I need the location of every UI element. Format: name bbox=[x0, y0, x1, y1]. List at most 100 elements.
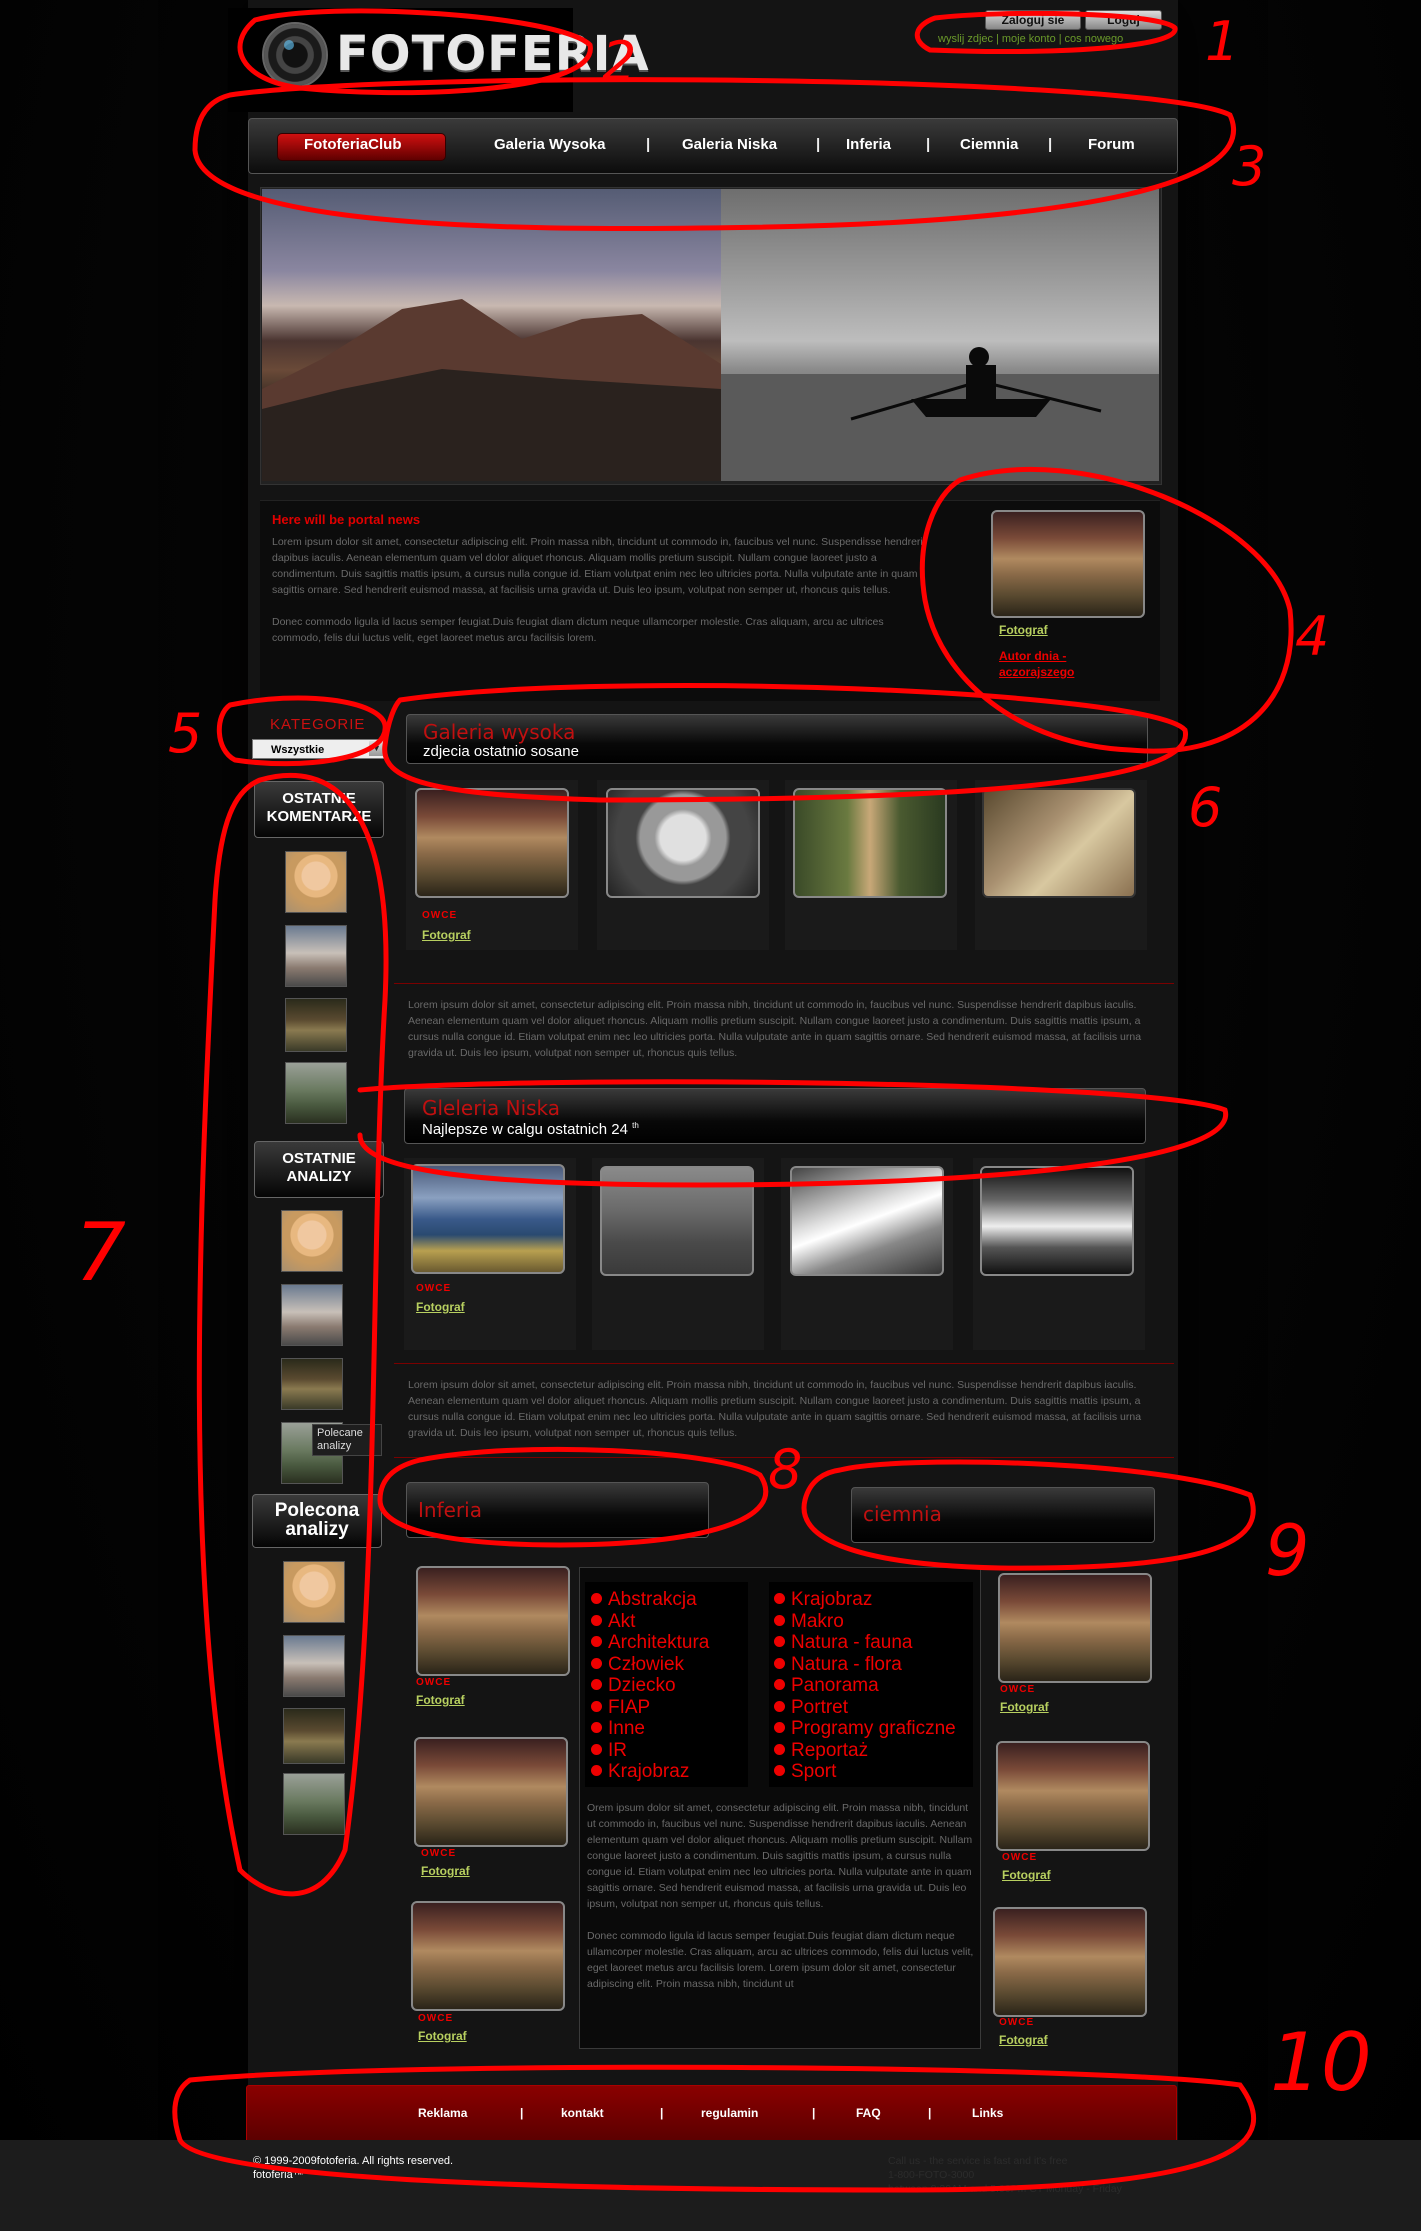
rowboat-illustration bbox=[721, 347, 1159, 481]
recommended-thumb[interactable] bbox=[283, 1635, 345, 1697]
category-select[interactable]: Wszystkie bbox=[252, 739, 387, 759]
comment-thumb[interactable] bbox=[285, 998, 347, 1052]
gallery-low-title[interactable]: Gleleria Niska bbox=[422, 1096, 560, 1120]
analysis-thumb[interactable] bbox=[281, 1210, 343, 1272]
analysis-thumb[interactable] bbox=[281, 1358, 343, 1410]
news-title: Here will be portal news bbox=[272, 512, 421, 527]
author-of-day-link[interactable]: Autor dnia - aczorajszego bbox=[999, 648, 1099, 680]
inferia-photo[interactable] bbox=[414, 1737, 568, 1847]
footer-separator: | bbox=[520, 2106, 524, 2120]
category-label: KATEGORIE bbox=[270, 716, 366, 733]
recommended-thumb[interactable] bbox=[283, 1561, 345, 1623]
category-item[interactable]: Programy graficzne bbox=[774, 1718, 956, 1740]
category-item[interactable]: Akt bbox=[591, 1611, 709, 1633]
category-item[interactable]: Dziecko bbox=[591, 1675, 709, 1697]
photo-tag: OWCE bbox=[418, 2013, 454, 2024]
category-item[interactable]: FIAP bbox=[591, 1697, 709, 1719]
gallery-high-title[interactable]: Galeria wysoka bbox=[423, 720, 575, 744]
gallery-high-text: Lorem ipsum dolor sit amet, consectetur … bbox=[408, 999, 1142, 1059]
footer-link-kontakt[interactable]: kontakt bbox=[561, 2106, 604, 2120]
category-item[interactable]: Krajobraz bbox=[774, 1589, 956, 1611]
ciemnia-photo[interactable] bbox=[998, 1573, 1152, 1683]
comment-thumb[interactable] bbox=[285, 1062, 347, 1124]
footer-separator: | bbox=[928, 2106, 932, 2120]
category-item[interactable]: Architektura bbox=[591, 1632, 709, 1654]
gallery-photo[interactable] bbox=[411, 1164, 565, 1274]
category-item[interactable]: Natura - fauna bbox=[774, 1632, 956, 1654]
category-item[interactable]: Sport bbox=[774, 1761, 956, 1783]
ciemnia-photo[interactable] bbox=[996, 1741, 1150, 1851]
bottom-strip bbox=[0, 2140, 1421, 2231]
call-us-line: 1-800-FOTO-3000 bbox=[888, 2169, 975, 2181]
category-item[interactable]: Inne bbox=[591, 1718, 709, 1740]
banner-image-rowboat[interactable] bbox=[721, 189, 1159, 481]
nav-separator: | bbox=[926, 136, 931, 153]
lens-reflection bbox=[284, 40, 294, 50]
recommended-thumb[interactable] bbox=[283, 1708, 345, 1764]
author-of-day-photo[interactable] bbox=[991, 510, 1145, 618]
footer-link-reklama[interactable]: Reklama bbox=[418, 2106, 467, 2120]
nav-item-fotoferiaclub[interactable]: FotoferiaClub bbox=[304, 136, 402, 153]
photographer-link[interactable]: Fotograf bbox=[416, 1300, 465, 1314]
logo-text: FOTOFERIA bbox=[336, 26, 650, 82]
gallery-photo[interactable] bbox=[790, 1166, 944, 1276]
category-item[interactable]: Krajobraz bbox=[591, 1761, 709, 1783]
category-item[interactable]: Natura - flora bbox=[774, 1654, 956, 1676]
gallery-photo[interactable] bbox=[980, 1166, 1134, 1276]
footer-link-regulamin[interactable]: regulamin bbox=[701, 2106, 758, 2120]
footer-separator: | bbox=[812, 2106, 816, 2120]
gallery-photo[interactable] bbox=[793, 788, 947, 898]
gallery-photo[interactable] bbox=[600, 1166, 754, 1276]
divider bbox=[394, 983, 1174, 984]
photo-tag: OWCE bbox=[1002, 1852, 1038, 1863]
banner-image-volcano[interactable] bbox=[262, 189, 721, 481]
login-button[interactable]: Zaloguj sie bbox=[985, 10, 1081, 30]
top-link[interactable]: moje konto bbox=[1002, 33, 1056, 45]
ciemnia-photo[interactable] bbox=[993, 1907, 1147, 2017]
photographer-link[interactable]: Fotograf bbox=[418, 2029, 467, 2043]
category-item[interactable]: Abstrakcja bbox=[591, 1589, 709, 1611]
category-item[interactable]: Reportaż bbox=[774, 1740, 956, 1762]
photographer-link[interactable]: Fotograf bbox=[1002, 1868, 1051, 1882]
footer-link-faq[interactable]: FAQ bbox=[856, 2106, 881, 2120]
analysis-thumb[interactable] bbox=[281, 1284, 343, 1346]
photographer-link[interactable]: Fotograf bbox=[416, 1693, 465, 1707]
chevron-down-icon[interactable]: ▼ bbox=[369, 741, 384, 756]
photographer-link[interactable]: Fotograf bbox=[422, 928, 471, 942]
nav-item-galeria-wysoka[interactable]: Galeria Wysoka bbox=[494, 136, 605, 153]
ciemnia-title[interactable]: ciemnia bbox=[863, 1502, 942, 1526]
nav-item-forum[interactable]: Forum bbox=[1088, 136, 1135, 153]
top-link[interactable]: cos nowego bbox=[1065, 33, 1124, 45]
gallery-high-subtitle: zdjecia ostatnio sosane bbox=[423, 743, 579, 760]
categories-list-left: Abstrakcja Akt Architektura Człowiek Dzi… bbox=[591, 1589, 709, 1783]
inferia-title[interactable]: Inferia bbox=[418, 1498, 482, 1522]
recommended-thumb[interactable] bbox=[283, 1773, 345, 1835]
gallery-photo[interactable] bbox=[415, 788, 569, 898]
photo-tag: OWCE bbox=[416, 1283, 452, 1294]
inferia-photo[interactable] bbox=[416, 1566, 570, 1676]
top-link[interactable]: wyslij zdjec bbox=[938, 33, 993, 45]
gallery-photo[interactable] bbox=[606, 788, 760, 898]
category-item[interactable]: Portret bbox=[774, 1697, 956, 1719]
category-item[interactable]: IR bbox=[591, 1740, 709, 1762]
photographer-link[interactable]: Fotograf bbox=[999, 2033, 1048, 2047]
comment-thumb[interactable] bbox=[285, 925, 347, 987]
photographer-link[interactable]: Fotograf bbox=[1000, 1700, 1049, 1714]
comment-thumb[interactable] bbox=[285, 851, 347, 913]
nav-item-galeria-niska[interactable]: Galeria Niska bbox=[682, 136, 777, 153]
logout-button[interactable]: Loguj bbox=[1085, 10, 1162, 30]
footer-link-links[interactable]: Links bbox=[972, 2106, 1003, 2120]
nav-item-ciemnia[interactable]: Ciemnia bbox=[960, 136, 1018, 153]
category-item[interactable]: Panorama bbox=[774, 1675, 956, 1697]
category-item[interactable]: Człowiek bbox=[591, 1654, 709, 1676]
gallery-low-text: Lorem ipsum dolor sit amet, consectetur … bbox=[408, 1379, 1142, 1439]
tooltip: Polecane analizy bbox=[312, 1424, 382, 1456]
photographer-link[interactable]: Fotograf bbox=[421, 1864, 470, 1878]
divider bbox=[394, 1363, 1174, 1364]
author-photographer-link[interactable]: Fotograf bbox=[999, 623, 1048, 637]
gallery-photo[interactable] bbox=[982, 788, 1136, 898]
inferia-photo[interactable] bbox=[411, 1901, 565, 2011]
nav-item-inferia[interactable]: Inferia bbox=[846, 136, 891, 153]
gallery-low-subtitle: Najlepsze w calgu ostatnich 24 th bbox=[422, 1121, 639, 1138]
category-item[interactable]: Makro bbox=[774, 1611, 956, 1633]
